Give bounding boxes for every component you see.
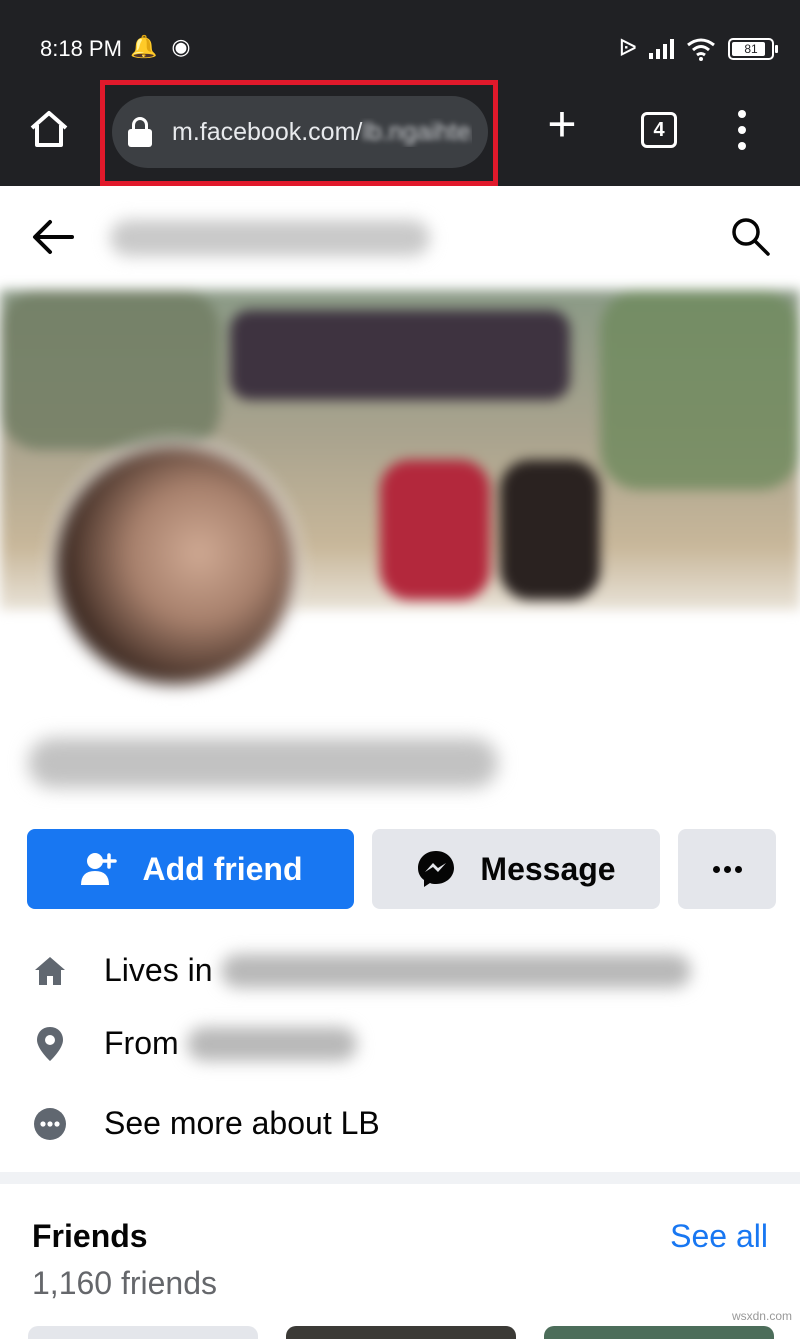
more-options-button[interactable] <box>678 829 776 909</box>
overflow-menu-icon[interactable] <box>734 110 750 150</box>
profile-name-blurred <box>28 738 498 788</box>
profile-avatar[interactable] <box>50 440 300 690</box>
friend-thumbnail[interactable] <box>286 1326 516 1339</box>
page-header <box>0 186 800 286</box>
see-all-link[interactable]: See all <box>670 1218 768 1255</box>
friend-thumbnail[interactable] <box>28 1326 258 1339</box>
battery-icon: 81 <box>728 37 778 60</box>
add-friend-button[interactable]: Add friend <box>27 829 354 909</box>
message-label: Message <box>480 850 616 887</box>
from-location-blurred <box>186 1026 357 1061</box>
see-more-label: See more about LB <box>104 1105 380 1141</box>
wifi-icon <box>687 38 715 61</box>
new-tab-button[interactable]: + <box>540 99 584 149</box>
info-see-more[interactable]: See more about LB <box>32 1105 380 1142</box>
add-person-icon <box>79 849 119 889</box>
add-friend-label: Add friend <box>142 850 303 887</box>
app-notification-icon: ◉ <box>171 34 191 59</box>
lives-in-label: Lives in <box>104 952 213 988</box>
signal-icon <box>649 38 674 59</box>
plus-icon: + <box>547 96 577 152</box>
watermark: wsxdn.com <box>731 1309 792 1323</box>
friends-count: 1,160 friends <box>32 1265 218 1301</box>
lives-in-location-blurred <box>220 953 691 988</box>
home-icon[interactable] <box>28 108 70 150</box>
message-button[interactable]: Message <box>372 829 660 909</box>
battery-level: 81 <box>744 41 758 56</box>
info-lives-in: Lives in <box>32 952 691 989</box>
info-from: From <box>32 1025 357 1062</box>
back-arrow-icon[interactable] <box>28 212 78 262</box>
browser-chrome: 8:18 PM 🔔 ◉ ᐉ 81 m.facebook.com/lb.ngaih… <box>0 0 800 186</box>
status-time: 8:18 PM <box>40 36 122 61</box>
tabs-icon[interactable]: 4 <box>641 112 677 148</box>
status-right-icons: ᐉ 81 <box>618 34 778 63</box>
section-divider <box>0 1172 800 1184</box>
bluetooth-icon: ᐉ <box>618 35 637 62</box>
notification-bell-icon: 🔔 <box>130 34 158 59</box>
friends-title: Friends <box>32 1218 148 1254</box>
messenger-icon <box>416 849 456 889</box>
more-circle-icon <box>32 1106 68 1142</box>
search-icon[interactable] <box>728 214 772 258</box>
url-highlight-box <box>100 80 498 186</box>
status-notification-icons: 🔔 ◉ <box>130 34 191 60</box>
more-dots-icon <box>712 865 742 873</box>
header-profile-name-blurred <box>110 220 430 256</box>
house-icon <box>32 953 68 989</box>
from-label: From <box>104 1025 179 1061</box>
location-pin-icon <box>32 1026 68 1062</box>
friend-thumbnail[interactable] <box>544 1326 774 1339</box>
